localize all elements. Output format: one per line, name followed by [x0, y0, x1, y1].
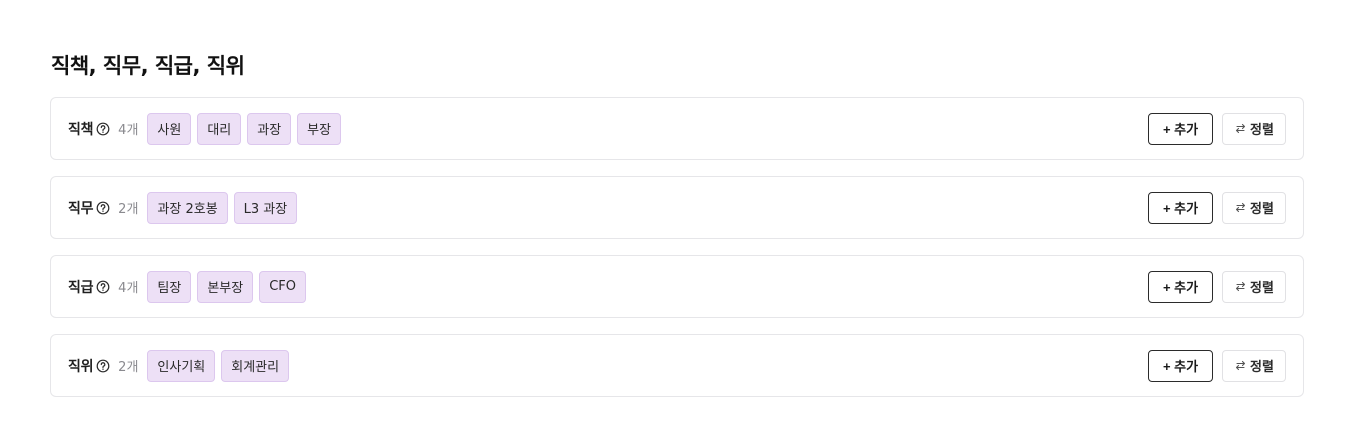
swap-arrows-icon: [1234, 280, 1247, 293]
item-count: 2개: [118, 360, 139, 375]
tag-list: 팀장 본부장 CFO: [147, 270, 307, 303]
sort-button[interactable]: 정렬: [1222, 112, 1286, 145]
page: 직책, 직무, 직급, 직위 직책 4개 사원 대리 과장 부장 + 추가 정렬…: [0, 0, 1355, 446]
add-button-label: + 추가: [1162, 359, 1199, 374]
category-row-직급: 직급 4개 팀장 본부장 CFO + 추가 정렬: [50, 255, 1304, 318]
tag[interactable]: 팀장: [147, 270, 192, 303]
sort-button-label: 정렬: [1250, 122, 1274, 137]
tag[interactable]: 회계관리: [221, 349, 290, 382]
tag[interactable]: 인사기획: [147, 349, 216, 382]
sort-button-label: 정렬: [1250, 359, 1274, 374]
tag-list: 인사기획 회계관리: [147, 349, 290, 382]
tag[interactable]: 부장: [297, 112, 342, 145]
category-row-직위: 직위 2개 인사기획 회계관리 + 추가 정렬: [50, 334, 1304, 397]
row-label: 직무: [68, 200, 94, 217]
tag[interactable]: 본부장: [197, 270, 254, 303]
sort-button-label: 정렬: [1250, 280, 1274, 295]
add-button[interactable]: + 추가: [1148, 191, 1213, 224]
swap-arrows-icon: [1234, 201, 1247, 214]
sort-button[interactable]: 정렬: [1222, 349, 1286, 382]
sort-button[interactable]: 정렬: [1222, 270, 1286, 303]
tag-list: 사원 대리 과장 부장: [147, 112, 342, 145]
row-label: 직위: [68, 358, 94, 375]
add-button[interactable]: + 추가: [1148, 112, 1213, 145]
category-list: 직책 4개 사원 대리 과장 부장 + 추가 정렬 직무 2개 과장 2호봉 L…: [50, 97, 1304, 413]
add-button[interactable]: + 추가: [1148, 270, 1213, 303]
add-button-label: + 추가: [1162, 122, 1199, 137]
help-circle-icon[interactable]: [96, 201, 110, 215]
swap-arrows-icon: [1234, 122, 1247, 135]
help-circle-icon[interactable]: [96, 122, 110, 136]
tag[interactable]: 사원: [147, 112, 192, 145]
tag[interactable]: 대리: [197, 112, 242, 145]
item-count: 4개: [118, 281, 139, 296]
tag-list: 과장 2호봉 L3 과장: [147, 191, 298, 224]
add-button-label: + 추가: [1162, 280, 1199, 295]
section-title: 직책, 직무, 직급, 직위: [51, 54, 245, 78]
row-label: 직책: [68, 121, 94, 138]
category-row-직책: 직책 4개 사원 대리 과장 부장 + 추가 정렬: [50, 97, 1304, 160]
tag[interactable]: 과장 2호봉: [147, 191, 228, 224]
item-count: 2개: [118, 202, 139, 217]
tag[interactable]: 과장: [247, 112, 292, 145]
swap-arrows-icon: [1234, 359, 1247, 372]
help-circle-icon[interactable]: [96, 280, 110, 294]
tag[interactable]: CFO: [259, 270, 307, 303]
add-button-label: + 추가: [1162, 201, 1199, 216]
item-count: 4개: [118, 123, 139, 138]
sort-button[interactable]: 정렬: [1222, 191, 1286, 224]
tag[interactable]: L3 과장: [233, 191, 298, 224]
help-circle-icon[interactable]: [96, 359, 110, 373]
category-row-직무: 직무 2개 과장 2호봉 L3 과장 + 추가 정렬: [50, 176, 1304, 239]
sort-button-label: 정렬: [1250, 201, 1274, 216]
row-label: 직급: [68, 279, 94, 296]
add-button[interactable]: + 추가: [1148, 349, 1213, 382]
